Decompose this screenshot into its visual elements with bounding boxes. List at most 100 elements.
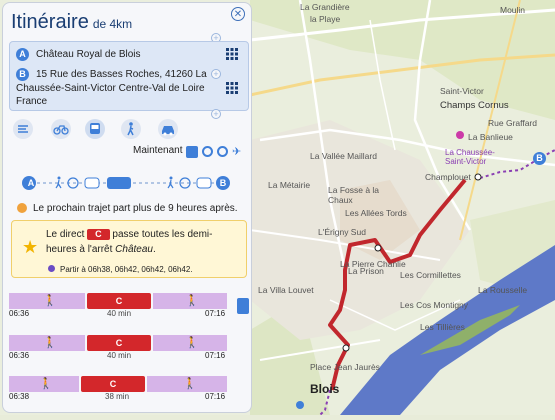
map-label: La Prison	[348, 266, 384, 276]
map-label: La Fosse à la Chaux	[328, 185, 380, 205]
end-time: 07:16	[205, 392, 226, 401]
time-tools: ✈	[186, 146, 246, 160]
walk-icon: 🚶	[43, 295, 57, 307]
walk-segment: 🚶	[153, 293, 227, 309]
clock-icon	[48, 265, 55, 272]
start-time: 06:36	[9, 351, 30, 360]
itinerary-panel: Itinéraire de 4km ✕ + A Château Royal de …	[2, 2, 252, 413]
map-label: La Métairie	[268, 180, 311, 190]
map-label: La Banlieue	[468, 132, 513, 142]
map-label: Champlouet	[425, 172, 471, 182]
bike-icon[interactable]	[51, 119, 71, 139]
duration: 40 min	[107, 309, 132, 318]
calendar-icon[interactable]	[186, 146, 198, 158]
leg-start-label: A	[27, 178, 35, 188]
map-label: La Vallée Maillard	[310, 151, 377, 161]
notice-line2: heures à l'arrêt Château.	[46, 244, 156, 255]
next-trip-text: Le prochain trajet part plus de 9 heures…	[33, 203, 238, 214]
walk-segment: 🚶	[9, 376, 79, 392]
leg-end-label: B	[219, 178, 227, 188]
notice-text: Le direct	[46, 229, 85, 241]
walk-icon[interactable]	[121, 119, 141, 139]
destination-address-line1[interactable]: 15 Rue des Basses Roches, 41260 La	[36, 68, 207, 81]
itinerary-option[interactable]: 🚶 C 🚶 06:38 38 min 07:16	[9, 376, 227, 402]
details-icon[interactable]	[237, 298, 249, 314]
star-icon: ★	[22, 237, 39, 257]
map-label: La Grandière	[300, 2, 350, 12]
departure-times: Partir à 06h38, 06h42, 06h42, 06h42.	[48, 265, 193, 274]
map-label: La Rousselle	[478, 285, 528, 295]
map-label: La Chaussée-Saint-Victor	[445, 148, 495, 166]
destination-address-line3[interactable]: France	[16, 95, 47, 108]
notice-line1: Le direct C passe toutes les demi-	[46, 229, 212, 240]
car-icon[interactable]	[158, 119, 178, 139]
refresh-icon[interactable]	[202, 146, 213, 157]
duration: 38 min	[105, 392, 130, 401]
map-label: Saint-Victor	[440, 86, 484, 96]
map-label: Champs Cornus	[440, 100, 509, 111]
notice-text: heures à l'arrêt	[46, 244, 113, 255]
route-legs-overview	[22, 176, 230, 190]
walk-icon: 🚶	[183, 378, 197, 390]
close-icon[interactable]: ✕	[231, 7, 245, 21]
walk-icon: 🚶	[39, 378, 53, 390]
bus-label: C	[109, 379, 117, 389]
itinerary-option[interactable]: 🚶 C 🚶 06:36 40 min 07:16	[9, 293, 227, 319]
next-trip-info: Le prochain trajet part plus de 9 heures…	[17, 203, 247, 214]
bus-line-badge[interactable]: C	[87, 229, 110, 240]
walk-icon	[167, 176, 174, 189]
origin-marker-icon: A	[16, 48, 29, 61]
itinerary-option[interactable]: 🚶 C 🚶 06:36 40 min 07:16	[9, 335, 227, 361]
map-label: Moulin	[500, 5, 526, 15]
warning-icon	[17, 203, 27, 214]
map-label: Les Cos Montigny	[400, 300, 469, 310]
destination-marker-icon: B	[16, 68, 29, 81]
map-label: Place Jean Jaurès	[310, 362, 380, 372]
destination-address-line2[interactable]: Chaussée-Saint-Victor Centre-Val de Loir…	[16, 82, 205, 95]
swap-icon[interactable]	[217, 146, 228, 157]
frequency-notice: ★ Le direct C passe toutes les demi- heu…	[11, 220, 247, 278]
drag-handle-icon[interactable]	[226, 48, 238, 60]
walk-segment: 🚶	[9, 335, 85, 351]
map-label: Rue Graffard	[488, 118, 537, 128]
multimodal-icon[interactable]	[13, 119, 33, 139]
add-waypoint-icon[interactable]: +	[211, 69, 221, 79]
walk-icon: 🚶	[185, 337, 199, 349]
destination-marker[interactable]: B	[533, 152, 546, 165]
walk-icon: 🚶	[43, 337, 57, 349]
duration: 40 min	[107, 351, 132, 360]
map-label: Les Cormillettes	[400, 270, 461, 280]
drag-handle-icon[interactable]	[226, 82, 238, 94]
add-waypoint-icon[interactable]: +	[211, 109, 221, 119]
walk-icon: 🚶	[185, 295, 199, 307]
walk-segment: 🚶	[147, 376, 227, 392]
bus-stop-icon	[84, 177, 100, 189]
bus-label: C	[115, 338, 123, 348]
notice-text: .	[152, 244, 156, 255]
end-time: 07:16	[205, 309, 226, 318]
bus-segment: C	[81, 376, 145, 392]
settings-icon[interactable]: ✈	[232, 147, 241, 158]
walk-segment: 🚶	[153, 335, 227, 351]
panel-title: Itinéraire de 4km	[11, 11, 132, 34]
walk-segment: 🚶	[9, 293, 85, 309]
bus-segment: C	[87, 335, 151, 351]
bus-label: C	[115, 296, 123, 306]
map-label: Blois	[310, 382, 340, 396]
stop-name: Château	[115, 244, 153, 255]
transport-modes	[13, 119, 243, 139]
origin-address[interactable]: Château Royal de Blois	[36, 48, 141, 61]
distance-text: de 4km	[92, 17, 133, 31]
notice-text: passe toutes les demi-	[112, 229, 213, 241]
map-label: la Playe	[310, 14, 341, 24]
start-time: 06:36	[9, 309, 30, 318]
bus-segment: C	[87, 293, 151, 309]
departure-times-text: Partir à 06h38, 06h42, 06h42, 06h42.	[60, 265, 193, 274]
departure-time-label[interactable]: Maintenant	[133, 145, 182, 156]
bus-icon	[107, 177, 131, 189]
bus-icon[interactable]	[85, 119, 105, 139]
title-text: Itinéraire	[11, 11, 89, 33]
map-label: Les Tillières	[420, 322, 465, 332]
bus-stop-icon	[196, 177, 212, 189]
start-time: 06:38	[9, 392, 30, 401]
